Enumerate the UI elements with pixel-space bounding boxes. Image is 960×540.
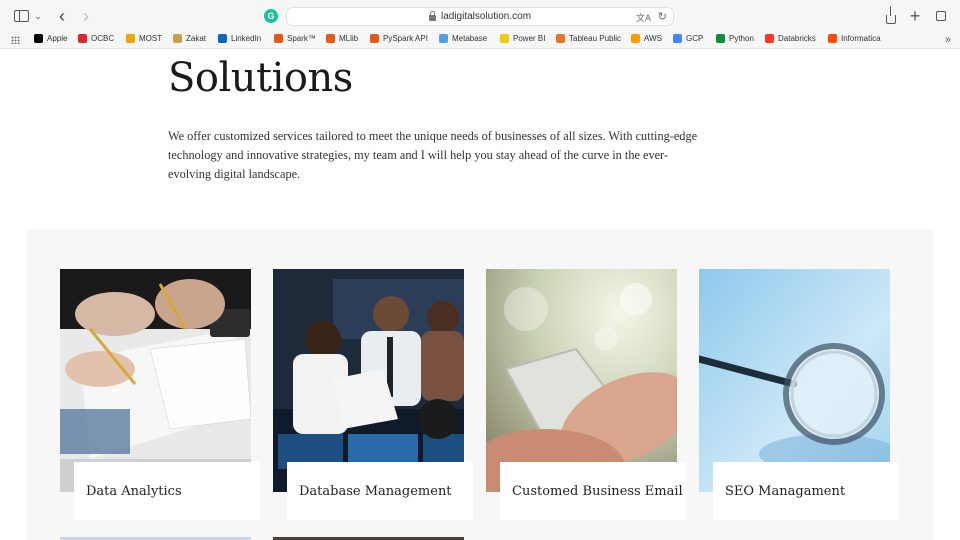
url-text: ladigitalsolution.com [440,11,532,22]
bookmark-databricks[interactable]: Databricks [765,34,816,43]
bookmark-pyspark-api[interactable]: PySpark API [370,34,428,43]
more-bookmarks-icon[interactable]: » [945,34,951,46]
seo-managament-image [699,269,890,492]
web-page: Solutions We offer customized services t… [0,50,960,540]
grid-icon[interactable] [11,36,20,44]
bookmark-aws[interactable]: AWS [631,34,662,43]
address-bar[interactable]: ladigitalsolution.com 文A ↻ [286,7,674,26]
bookmark-python[interactable]: Python [716,34,754,43]
bookmark-label: Zakat [186,34,207,43]
data-analytics-image [60,269,251,492]
bookmark-power-bi[interactable]: Power BI [500,34,545,43]
bookmark-label: GCP [686,34,704,43]
bookmark-label: Spark™ [287,34,316,43]
bookmark-zakat[interactable]: Zakat [173,34,206,43]
bookmark-label: MOST [139,34,163,43]
chevron-down-icon[interactable]: ⌄ [33,6,43,26]
customed-business-email-image [486,269,677,492]
aws-icon [631,34,640,43]
gcp-icon [673,34,682,43]
forward-button[interactable]: › [78,6,94,26]
sidebar-toggle-icon[interactable] [12,6,30,26]
favorites-bar: Apple OCBC MOST Zakat LinkedIn Spark™ MLlib PyS… [0,32,960,49]
pyspark-icon [370,34,379,43]
bookmark-label: Apple [47,34,68,43]
most-icon [126,34,135,43]
bookmark-label: Metabase [452,34,488,43]
apple-icon [34,34,43,43]
database-management-image [273,269,464,492]
bookmark-label: Python [729,34,754,43]
bookmark-label: AWS [644,34,662,43]
translate-icon[interactable]: 文A [636,11,651,24]
bookmark-label: Databricks [778,34,816,43]
reload-icon[interactable]: ↻ [658,10,667,23]
bookmark-label: OCBC [91,34,115,43]
intro-paragraph: We offer customized services tailored to… [168,129,698,181]
bookmark-tableau-public[interactable]: Tableau Public [556,34,621,43]
tableau-icon [556,34,565,43]
informatica-icon [828,34,837,43]
bookmark-label: PySpark API [383,34,428,43]
service-card-label: SEO Managament [713,462,899,520]
bookmark-metabase[interactable]: Metabase [439,34,487,43]
bookmark-gcp[interactable]: GCP [673,34,703,43]
service-card-label: Data Analytics [74,462,260,520]
page-title: Solutions [168,55,353,101]
databricks-icon [765,34,774,43]
bookmark-label: MLlib [339,34,359,43]
new-tab-button[interactable]: + [907,6,923,26]
grammarly-extension-icon[interactable]: G [264,9,278,23]
tab-overview-icon[interactable] [933,6,949,26]
metabase-icon [439,34,448,43]
bookmark-mllib[interactable]: MLlib [326,34,358,43]
zakat-icon [173,34,182,43]
bookmark-linkedin[interactable]: LinkedIn [218,34,261,43]
service-card-label: Customed Business Email [500,462,686,520]
bookmark-most[interactable]: MOST [126,34,162,43]
services-section: Data Analytics Database Management Custo… [26,229,934,540]
browser-toolbar: ⌄ ‹ › G ladigitalsolution.com 文A ↻ + [0,0,960,32]
bookmark-informatica[interactable]: Informatica [828,34,881,43]
back-button[interactable]: ‹ [54,6,70,26]
linkedin-icon [218,34,227,43]
bookmark-spark[interactable]: Spark™ [274,34,316,43]
bookmark-label: Tableau Public [569,34,622,43]
bookmark-label: LinkedIn [231,34,262,43]
bookmark-apple[interactable]: Apple [34,34,67,43]
spark-icon [274,34,283,43]
bookmark-label: Power BI [513,34,546,43]
bookmark-ocbc[interactable]: OCBC [78,34,114,43]
powerbi-icon [500,34,509,43]
share-icon[interactable] [884,5,898,26]
bookmark-label: Informatica [841,34,881,43]
mllib-icon [326,34,335,43]
service-card-label: Database Management [287,462,473,520]
lock-icon [428,10,436,21]
ocbc-icon [78,34,87,43]
python-icon [716,34,725,43]
